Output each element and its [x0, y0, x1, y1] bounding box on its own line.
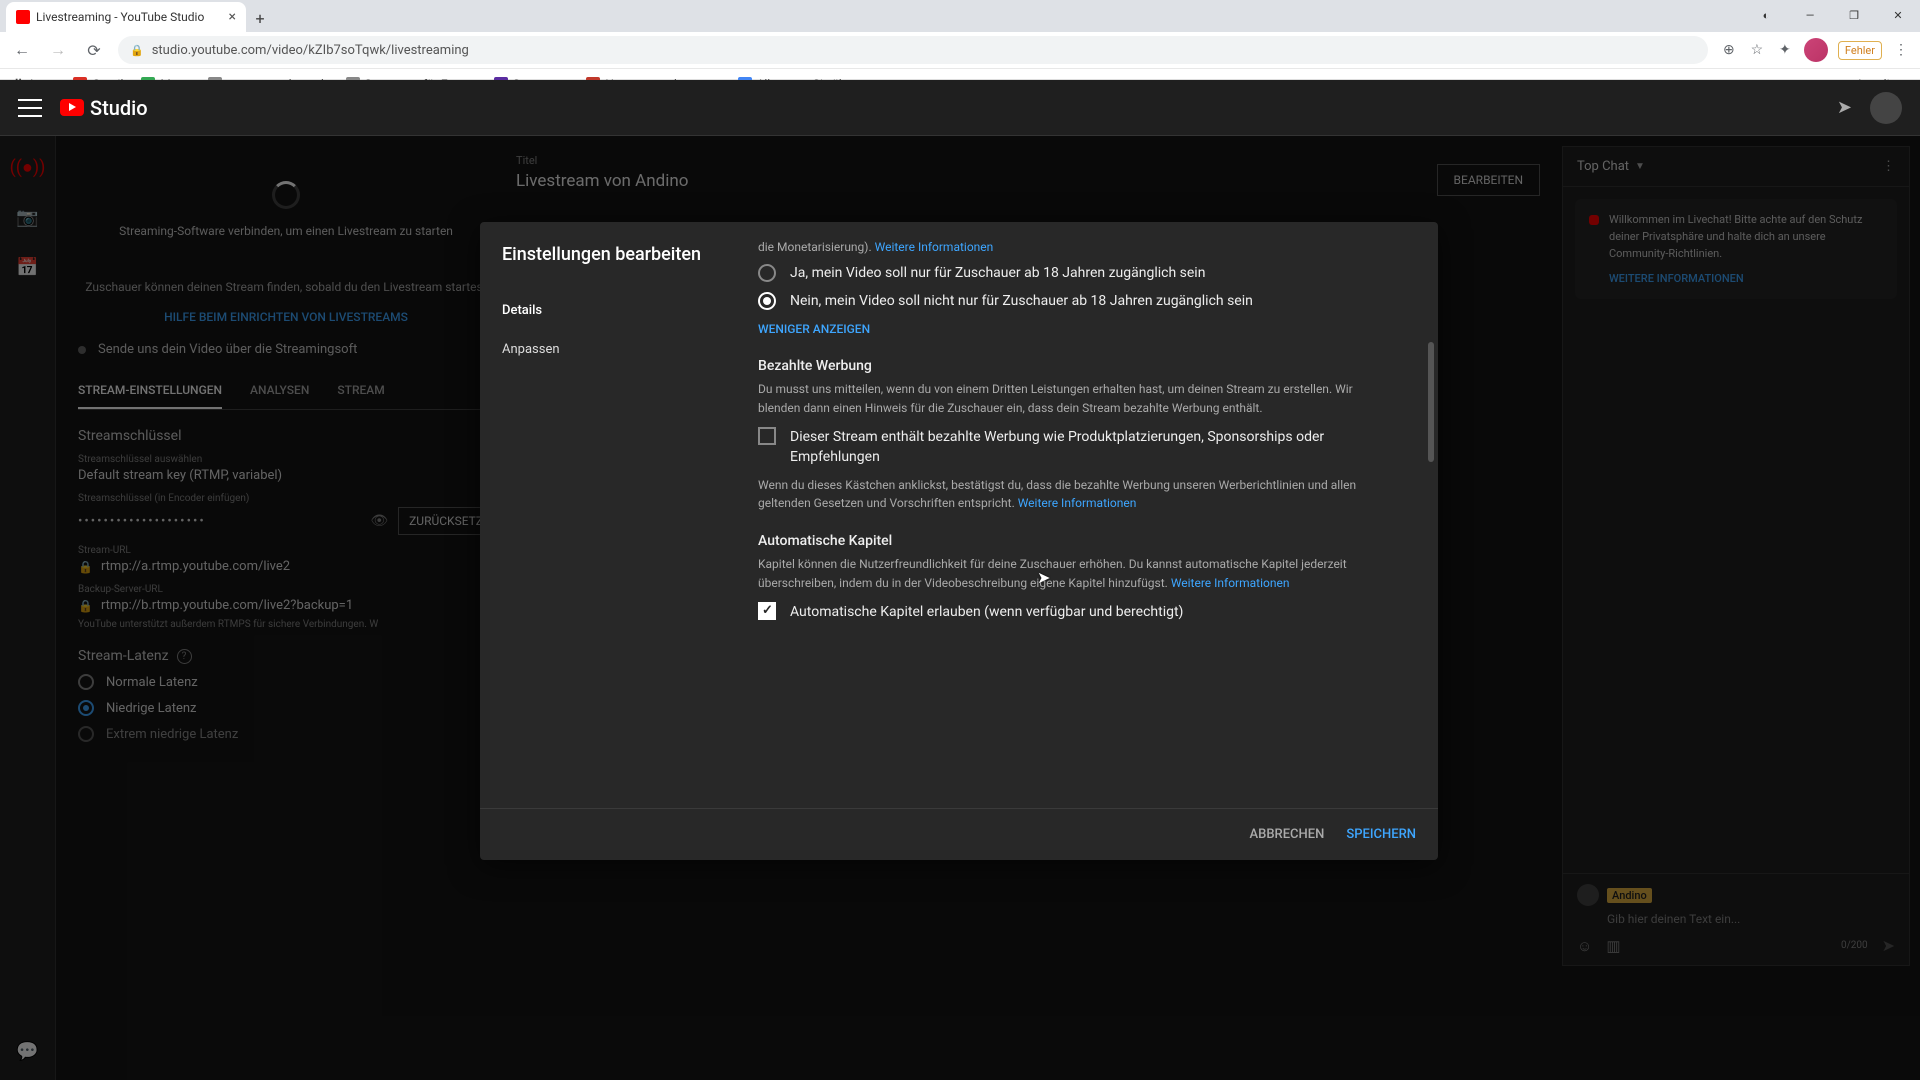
browser-menu-icon[interactable]: ⋮	[1892, 41, 1910, 59]
back-button[interactable]: ←	[10, 40, 34, 60]
url-text: studio.youtube.com/video/kZIb7soTqwk/liv…	[152, 43, 469, 58]
window-maximize[interactable]: ❐	[1832, 0, 1876, 30]
extensions-icon[interactable]: ✦	[1776, 41, 1794, 59]
auto-chapters-heading: Automatische Kapitel	[758, 533, 1398, 549]
window-close[interactable]: ✕	[1876, 0, 1920, 30]
tab-favicon	[16, 10, 30, 24]
auto-chapters-checkbox-row[interactable]: Automatische Kapitel erlauben (wenn verf…	[758, 602, 1398, 622]
share-icon[interactable]: ➤	[1837, 97, 1852, 118]
show-less-link[interactable]: WENIGER ANZEIGEN	[758, 322, 1398, 336]
more-info-link[interactable]: Weitere Informationen	[875, 240, 994, 254]
age-restrict-no[interactable]: Nein, mein Video soll nicht nur für Zusc…	[758, 292, 1398, 310]
checkbox-checked-icon[interactable]	[758, 602, 776, 620]
dialog-title: Einstellungen bearbeiten	[502, 244, 718, 265]
browser-tab[interactable]: Livestreaming - YouTube Studio ×	[6, 2, 246, 32]
settings-dialog: Einstellungen bearbeiten Details Anpasse…	[480, 222, 1438, 860]
hamburger-menu[interactable]	[18, 99, 42, 117]
radio-selected-icon	[758, 292, 776, 310]
paid-promo-checkbox-label: Dieser Stream enthält bezahlte Werbung w…	[790, 427, 1398, 468]
mouse-cursor-icon: ➤	[1037, 568, 1050, 587]
install-icon[interactable]: ⊕	[1720, 41, 1738, 59]
age-restrict-yes[interactable]: Ja, mein Video soll nur für Zuschauer ab…	[758, 264, 1398, 282]
app-header: Studio ➤	[0, 80, 1920, 136]
sidebar-item-details[interactable]: Details	[502, 291, 718, 330]
tab-title: Livestreaming - YouTube Studio	[36, 10, 204, 24]
tab-bar: Livestreaming - YouTube Studio × + ◐ — ❐…	[0, 0, 1920, 32]
cancel-button[interactable]: ABBRECHEN	[1250, 827, 1325, 842]
error-badge[interactable]: Fehler	[1838, 41, 1882, 60]
browser-chrome: Livestreaming - YouTube Studio × + ◐ — ❐…	[0, 0, 1920, 80]
studio-wordmark: Studio	[90, 96, 148, 120]
checkbox-icon[interactable]	[758, 427, 776, 445]
save-button[interactable]: SPEICHERN	[1346, 827, 1416, 842]
dialog-sidebar: Einstellungen bearbeiten Details Anpasse…	[480, 222, 740, 808]
dialog-footer: ABBRECHEN SPEICHERN	[480, 808, 1438, 860]
paid-promo-desc: Du musst uns mitteilen, wenn du von eine…	[758, 380, 1398, 417]
youtube-studio-app: Studio ➤ ((●)) 📷 📅 💬 Streaming-Software …	[0, 80, 1920, 1080]
tab-close-icon[interactable]: ×	[229, 9, 236, 25]
more-info-link[interactable]: Weitere Informationen	[1171, 576, 1290, 590]
studio-logo[interactable]: Studio	[60, 96, 148, 120]
radio-icon	[758, 264, 776, 282]
paid-promo-heading: Bezahlte Werbung	[758, 358, 1398, 374]
auto-chapters-checkbox-label: Automatische Kapitel erlauben (wenn verf…	[790, 602, 1183, 622]
lock-icon: 🔒	[130, 44, 144, 57]
profile-avatar[interactable]	[1804, 38, 1828, 62]
auto-chapters-desc: Kapitel können die Nutzerfreundlichkeit …	[758, 555, 1398, 592]
window-minimize[interactable]: —	[1788, 0, 1832, 30]
new-tab-button[interactable]: +	[246, 4, 274, 32]
address-bar: ← → ⟳ 🔒 studio.youtube.com/video/kZIb7so…	[0, 32, 1920, 68]
content-partial-top: die Monetarisierung). Weitere Informatio…	[758, 240, 1398, 254]
reload-button[interactable]: ⟳	[82, 41, 106, 60]
url-field[interactable]: 🔒 studio.youtube.com/video/kZIb7soTqwk/l…	[118, 36, 1708, 64]
paid-promo-note: Wenn du dieses Kästchen anklickst, bestä…	[758, 476, 1398, 513]
youtube-icon	[60, 99, 84, 116]
window-account-icon[interactable]: ◐	[1744, 0, 1788, 30]
dialog-content[interactable]: die Monetarisierung). Weitere Informatio…	[740, 222, 1438, 808]
bookmark-star-icon[interactable]: ☆	[1748, 41, 1766, 59]
user-avatar[interactable]	[1870, 92, 1902, 124]
sidebar-item-customize[interactable]: Anpassen	[502, 330, 718, 369]
more-info-link[interactable]: Weitere Informationen	[1018, 496, 1137, 510]
scrollbar-thumb[interactable]	[1428, 342, 1434, 462]
forward-button[interactable]: →	[46, 40, 70, 60]
paid-promo-checkbox-row[interactable]: Dieser Stream enthält bezahlte Werbung w…	[758, 427, 1398, 468]
